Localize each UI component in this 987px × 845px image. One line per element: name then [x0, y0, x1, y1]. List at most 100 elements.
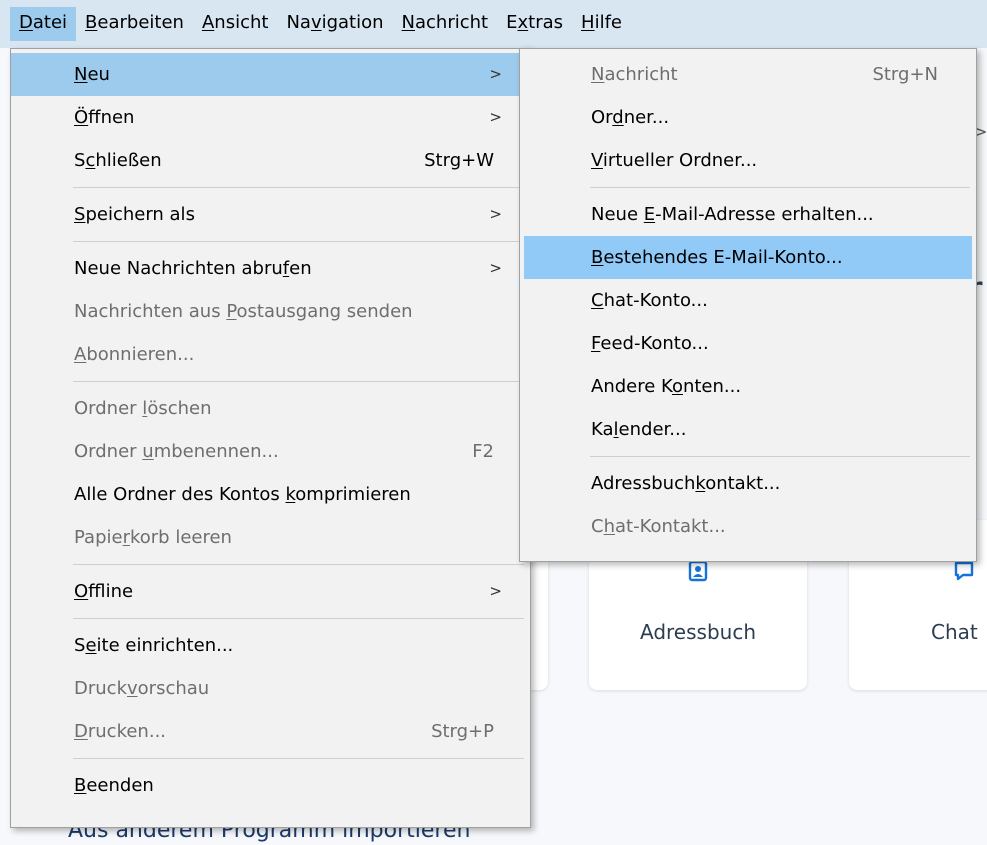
access-key: h: [603, 516, 615, 537]
label-text: estehendes E-Mail-Konto...: [603, 247, 843, 268]
access-key: F: [591, 333, 601, 354]
chevron-right-icon: >: [489, 259, 502, 277]
label-text: eenden: [86, 775, 154, 796]
access-key: B: [85, 12, 98, 33]
chevron-right-icon: >: [489, 205, 502, 223]
menubar-item-nachricht[interactable]: Nachricht: [393, 7, 498, 41]
file-menu-item-seite-einrichten[interactable]: Seite einrichten...: [11, 624, 530, 667]
menu-item-label: Seite einrichten...: [74, 635, 233, 656]
menu-item-label: Druckvorschau: [74, 678, 209, 699]
file-menu-item-öffnen[interactable]: Öffnen >: [11, 96, 530, 139]
file-menu-item-druckvorschau[interactable]: Druckvorschau: [11, 667, 530, 710]
menubar-item-navigation[interactable]: Navigation: [277, 7, 392, 41]
access-key: c: [85, 150, 96, 171]
label-text: C: [591, 516, 604, 537]
file-menu-item-neue-nachrichten-abrufen[interactable]: Neue Nachrichten abrufen >: [11, 247, 530, 290]
file-menu-item-alle-ordner-des-kontos-komprimieren[interactable]: Alle Ordner des Kontos komprimieren: [11, 473, 530, 516]
addressbook-icon: [688, 560, 708, 582]
menu-item-label: Beenden: [74, 775, 154, 796]
file-menu-item-abonnieren[interactable]: Abonnieren...: [11, 333, 530, 376]
menubar-item-datei[interactable]: Datei: [10, 7, 77, 41]
new-submenu-item-chat-konto[interactable]: Chat-Konto...: [520, 279, 976, 322]
new-submenu-item-ordner[interactable]: Ordner...: [520, 96, 976, 139]
file-menu-item-speichern-als[interactable]: Speichern als >: [11, 193, 530, 236]
file-menu-item-neu[interactable]: Neu >: [11, 53, 530, 96]
menu-item-label: Schließen: [74, 150, 162, 171]
menu-separator: [73, 187, 524, 188]
access-key: N: [591, 64, 605, 85]
new-submenu-item-virtueller-ordner[interactable]: Virtueller Ordner...: [520, 139, 976, 182]
chevron-right-icon: >: [489, 65, 502, 83]
new-submenu-item-kalender[interactable]: Kalender...: [520, 408, 976, 451]
label-text: rucken...: [87, 721, 167, 742]
file-menu-item-beenden[interactable]: Beenden: [11, 764, 530, 807]
file-menu-item-drucken[interactable]: Drucken... Strg+P: [11, 710, 530, 753]
menu-item-label: Speichern als: [74, 204, 195, 225]
menu-item-label: Chat-Kontakt...: [591, 516, 726, 537]
file-menu-item-offline[interactable]: Offline >: [11, 570, 530, 613]
file-menu-item-schließen[interactable]: Schließen Strg+W: [11, 139, 530, 182]
menu-item-label: Extras: [506, 12, 563, 33]
label-text: E: [506, 12, 518, 33]
new-submenu-item-bestehendes-e-mail-konto[interactable]: Bestehendes E-Mail-Konto...: [524, 236, 972, 279]
access-key: o: [671, 376, 683, 397]
menu-item-label: Ordner löschen: [74, 398, 212, 419]
shortcut-label: Strg+W: [424, 150, 494, 171]
menu-bar: Datei Bearbeiten Ansicht Navigation Nachrich…: [0, 0, 987, 48]
label-text: bonnieren...: [86, 344, 195, 365]
label-text: Druck: [74, 678, 127, 699]
menu-item-label: Nachrichten aus Postausgang senden: [74, 301, 413, 322]
access-key: A: [201, 12, 215, 33]
access-key: V: [591, 150, 603, 171]
menubar-item-extras[interactable]: Extras: [497, 7, 572, 41]
file-menu-item-ordner-umbenennen[interactable]: Ordner umbenennen... F2: [11, 430, 530, 473]
label-text: ffline: [88, 581, 134, 602]
file-menu-item-ordner-löschen[interactable]: Ordner löschen: [11, 387, 530, 430]
new-submenu-item-andere-konten[interactable]: Andere Konten...: [520, 365, 976, 408]
label-text: S: [74, 150, 86, 171]
label-text: Na: [286, 12, 311, 33]
new-submenu-item-nachricht[interactable]: Nachricht Strg+N: [520, 53, 976, 96]
access-key: H: [581, 12, 595, 33]
menu-separator: [73, 758, 524, 759]
access-key: k: [285, 484, 296, 505]
menubar-item-ansicht[interactable]: Ansicht: [193, 7, 277, 41]
menu-separator: [73, 618, 524, 619]
label-text: hließen: [95, 150, 162, 171]
label-text: eu: [87, 64, 110, 85]
access-key: u: [142, 441, 154, 462]
chat-card-label: Chat: [931, 620, 978, 644]
label-text: at-Kontakt...: [615, 516, 726, 537]
chat-bubble-icon: [954, 561, 974, 581]
new-submenu-item-adressbuchkontakt[interactable]: Adressbuchkontakt...: [520, 462, 976, 505]
label-text: Neue: [591, 204, 644, 225]
access-key: x: [517, 12, 529, 33]
menu-item-label: Offline: [74, 581, 133, 602]
access-key: r: [122, 527, 130, 548]
menubar-item-bearbeiten[interactable]: Bearbeiten: [76, 7, 193, 41]
access-key: E: [643, 204, 656, 225]
menu-item-label: Kalender...: [591, 419, 686, 440]
file-menu-item-nachrichten-aus-postausgang-senden[interactable]: Nachrichten aus Postausgang senden: [11, 290, 530, 333]
label-text: ostausgang senden: [236, 301, 413, 322]
label-text: öschen: [147, 398, 212, 419]
menu-separator: [73, 564, 524, 565]
new-submenu-item-neue-e-mail-adresse-erhalten[interactable]: Neue E-Mail-Adresse erhalten...: [520, 193, 976, 236]
label-text: Andere K: [591, 376, 672, 397]
new-submenu-item-feed-konto[interactable]: Feed-Konto...: [520, 322, 976, 365]
menu-item-label: Drucken...: [74, 721, 166, 742]
label-text: Neue Nachrichten abru: [74, 258, 283, 279]
label-text: tras: [528, 12, 564, 33]
label-text: Ka: [591, 419, 614, 440]
access-key: N: [74, 64, 88, 85]
label-text: Ordner: [74, 441, 143, 462]
chevron-right-icon: >: [489, 582, 502, 600]
new-submenu-item-chat-kontakt[interactable]: Chat-Kontakt...: [520, 505, 976, 548]
label-text: Or: [591, 107, 613, 128]
label-text: irtueller Ordner...: [602, 150, 758, 171]
file-menu-item-papierkorb-leeren[interactable]: Papierkorb leeren: [11, 516, 530, 559]
menu-item-label: Feed-Konto...: [591, 333, 709, 354]
menubar-item-hilfe[interactable]: Hilfe: [572, 7, 631, 41]
label-text: hat-Konto...: [603, 290, 708, 311]
menu-item-label: Virtueller Ordner...: [591, 150, 757, 171]
